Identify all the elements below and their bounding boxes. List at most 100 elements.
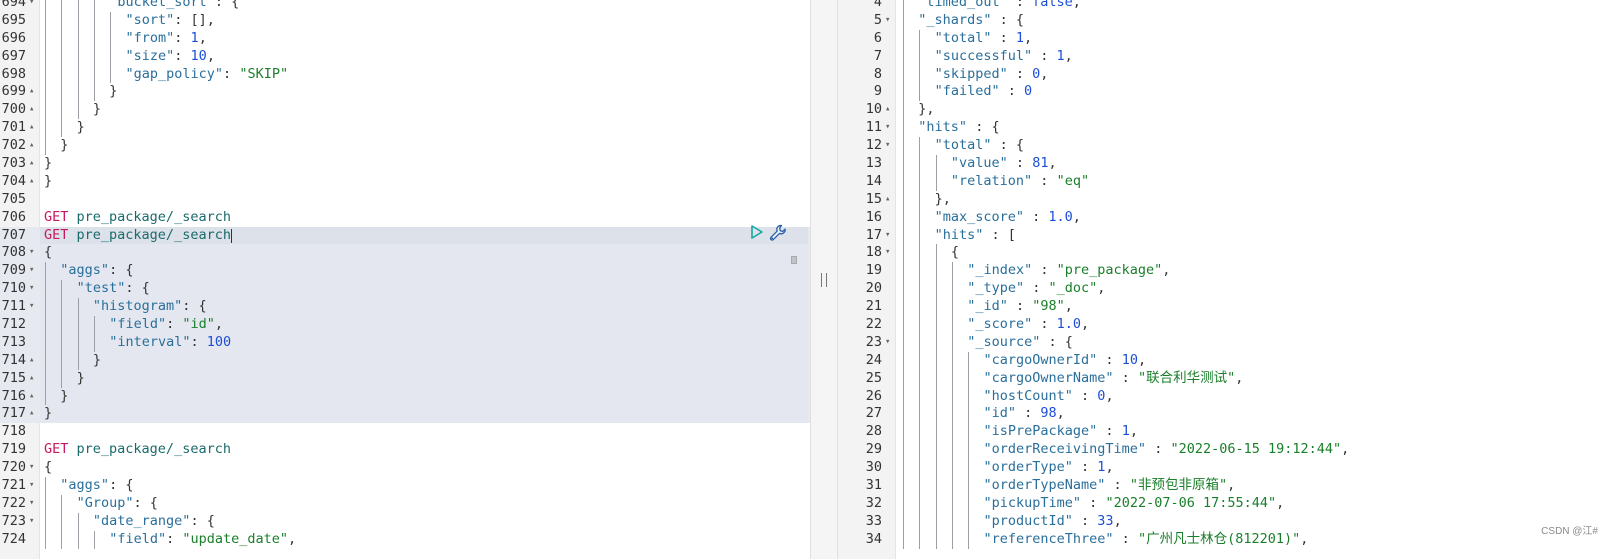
code-line[interactable]: 711 ▾ "histogram": { <box>0 298 810 317</box>
code-line[interactable]: 706 GET pre_package/_search <box>0 209 810 227</box>
fold-close-icon[interactable]: ▴ <box>29 352 34 370</box>
fold-close-icon[interactable]: ▴ <box>885 191 890 209</box>
indent-guide <box>77 83 79 102</box>
code-line[interactable]: 718 <box>0 423 810 441</box>
code-line[interactable]: 719 GET pre_package/_search <box>0 441 810 459</box>
fold-open-icon[interactable]: ▾ <box>885 119 890 137</box>
code-line[interactable]: 23 ▾ "_source" : { <box>838 333 1606 352</box>
fold-open-icon[interactable]: ▾ <box>29 262 34 280</box>
code-line[interactable]: 16 "max_score" : 1.0, <box>838 208 1606 227</box>
code-line[interactable]: 703 ▴} <box>0 155 810 173</box>
fold-close-icon[interactable]: ▴ <box>29 173 34 191</box>
code-line[interactable]: 721 ▾ "aggs": { <box>0 477 810 495</box>
code-line[interactable]: 20 "_type" : "_doc", <box>838 280 1606 299</box>
request-editor[interactable]: 694 ▾ "bucket_sort": {695 "sort": [], 696 "fr… <box>0 0 810 559</box>
fold-close-icon[interactable]: ▴ <box>29 83 34 101</box>
code-line[interactable]: 22 "_score" : 1.0, <box>838 316 1606 334</box>
code-line[interactable]: 24 "cargoOwnerId" : 10, <box>838 351 1606 370</box>
code-line[interactable]: 5 ▾ "_shards" : { <box>838 11 1606 30</box>
resize-grip-icon[interactable] <box>821 273 827 287</box>
code-line[interactable]: 32 "pickupTime" : "2022-07-06 17:55:44", <box>838 494 1606 513</box>
code-line[interactable]: 19 "_index" : "pre_package", <box>838 262 1606 281</box>
fold-close-icon[interactable]: ▴ <box>885 101 890 119</box>
code-line[interactable]: 724 "field": "update_date", <box>0 530 810 549</box>
code-line[interactable]: 27 "id" : 98, <box>838 405 1606 424</box>
code-line[interactable]: 716 ▴} <box>0 387 810 406</box>
code-line[interactable]: 708 ▾ { <box>0 244 810 263</box>
fold-close-icon[interactable]: ▴ <box>29 101 34 119</box>
code-line[interactable]: 697 "size": 10, <box>0 47 810 66</box>
code-line[interactable]: 30 "orderType" : 1, <box>838 459 1606 478</box>
fold-open-icon[interactable]: ▾ <box>885 334 890 352</box>
code-line[interactable]: 714 ▴} <box>0 351 810 370</box>
code-line[interactable]: 701 ▴} <box>0 119 810 138</box>
code-line[interactable]: 715 ▴} <box>0 369 810 388</box>
request-lines[interactable]: 694 ▾ "bucket_sort": {695 "sort": [], 696 "fr… <box>0 0 810 549</box>
fold-open-icon[interactable]: ▾ <box>885 12 890 30</box>
code-line[interactable]: 698 "gap_policy": "SKIP" <box>0 65 810 84</box>
fold-close-icon[interactable]: ▴ <box>29 405 34 423</box>
fold-open-icon[interactable]: ▾ <box>29 244 34 262</box>
code-line[interactable]: 25 "cargoOwnerName" : "联合利华测试", <box>838 369 1606 388</box>
code-line[interactable]: 712 "field": "id", <box>0 316 810 334</box>
code-line[interactable]: 8 "skipped" : 0, <box>838 65 1606 84</box>
code-line[interactable]: 28 "isPrePackage" : 1, <box>838 423 1606 442</box>
code-line[interactable]: 720 ▾ { <box>0 459 810 477</box>
code-line[interactable]: 14 "relation" : "eq" <box>838 172 1606 191</box>
fold-close-icon[interactable]: ▴ <box>29 119 34 137</box>
code-line[interactable]: 12 ▾ "total" : { <box>838 137 1606 156</box>
fold-open-icon[interactable]: ▾ <box>885 227 890 245</box>
code-line[interactable]: 31 "orderTypeName" : "非预包非原箱", <box>838 477 1606 495</box>
wrench-icon[interactable] <box>768 223 788 243</box>
code-line[interactable]: 702 ▴} <box>0 137 810 156</box>
code-line[interactable]: 699 ▴} <box>0 83 810 102</box>
fold-open-icon[interactable]: ▾ <box>29 477 34 495</box>
fold-open-icon[interactable]: ▾ <box>29 0 34 12</box>
code-line[interactable]: 7 "successful" : 1, <box>838 47 1606 66</box>
code-line[interactable]: 10 ▴}, <box>838 101 1606 120</box>
code-line[interactable]: 710 ▾ "test": { <box>0 280 810 299</box>
code-line[interactable]: 705 <box>0 191 810 209</box>
code-line[interactable]: 696 "from": 1, <box>0 29 810 48</box>
fold-close-icon[interactable]: ▴ <box>29 370 34 388</box>
code-line[interactable]: 29 "orderReceivingTime" : "2022-06-15 19:… <box>838 441 1606 460</box>
code-line[interactable]: 723 ▾ "date_range": { <box>0 512 810 531</box>
pane-splitter[interactable] <box>810 0 838 559</box>
code-line[interactable]: 717 ▴} <box>0 405 810 424</box>
code-line[interactable]: 26 "hostCount" : 0, <box>838 387 1606 406</box>
code-line[interactable]: 6 "total" : 1, <box>838 29 1606 48</box>
fold-close-icon[interactable]: ▴ <box>29 137 34 155</box>
response-viewer[interactable]: 4 "timed_out" : false, 5 ▾ "_shards" : {6 "to… <box>838 0 1606 559</box>
code-line[interactable]: 707 GET pre_package/_search <box>0 226 810 245</box>
fold-open-icon[interactable]: ▾ <box>29 459 34 477</box>
fold-open-icon[interactable]: ▾ <box>885 244 890 262</box>
code-line[interactable]: 9 "failed" : 0 <box>838 83 1606 102</box>
fold-close-icon[interactable]: ▴ <box>29 388 34 406</box>
code-line[interactable]: 709 ▾ "aggs": { <box>0 262 810 281</box>
fold-open-icon[interactable]: ▾ <box>29 495 34 513</box>
code-line[interactable]: 13 "value" : 81, <box>838 155 1606 173</box>
code-line[interactable]: 18 ▾ { <box>838 244 1606 263</box>
code-line[interactable]: 21 "_id" : "98", <box>838 298 1606 317</box>
line-number: 31 <box>865 477 882 494</box>
fold-close-icon[interactable]: ▴ <box>29 155 34 173</box>
code-line[interactable]: 704 ▴} <box>0 173 810 191</box>
code-line[interactable]: 11 ▾ "hits" : { <box>838 119 1606 138</box>
play-icon[interactable] <box>750 225 764 239</box>
code-line[interactable]: 695 "sort": [], <box>0 11 810 30</box>
code-line[interactable]: 722 ▾ "Group": { <box>0 494 810 513</box>
fold-open-icon[interactable]: ▾ <box>29 280 34 298</box>
code-line[interactable]: 713 "interval": 100 <box>0 333 810 352</box>
code-line[interactable]: 34 "referenceThree" : "广州凡士林仓(812201)", <box>838 530 1606 549</box>
code-line[interactable]: 15 ▴}, <box>838 190 1606 209</box>
code-line[interactable]: 694 ▾ "bucket_sort": { <box>0 0 810 12</box>
code-line[interactable]: 4 "timed_out" : false, <box>838 0 1606 12</box>
fold-open-icon[interactable]: ▾ <box>29 513 34 531</box>
code-line[interactable]: 17 ▾ "hits" : [ <box>838 226 1606 245</box>
fold-open-icon[interactable]: ▾ <box>29 298 34 316</box>
fold-open-icon[interactable]: ▾ <box>885 137 890 155</box>
code-line[interactable]: 700 ▴} <box>0 101 810 120</box>
scroll-indicator[interactable] <box>791 256 797 264</box>
response-lines[interactable]: 4 "timed_out" : false, 5 ▾ "_shards" : {6 "to… <box>838 0 1606 549</box>
code-line[interactable]: 33 "productId" : 33, <box>838 512 1606 531</box>
